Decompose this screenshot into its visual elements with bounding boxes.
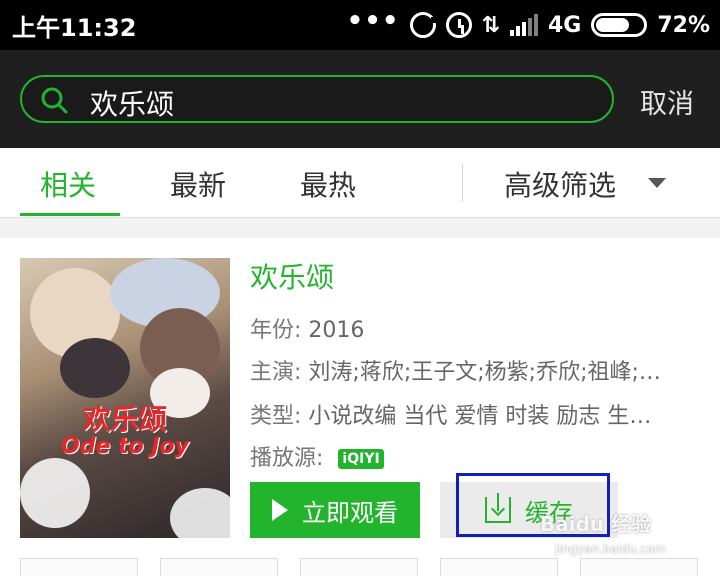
search-header: 欢乐颂 取消	[0, 50, 720, 148]
search-input[interactable]: 欢乐颂	[20, 75, 614, 123]
poster-title: 欢乐颂	[82, 403, 167, 436]
tab-related[interactable]: 相关	[40, 164, 96, 204]
sync-icon	[409, 12, 437, 38]
tab-divider	[462, 164, 463, 202]
cast-row: 主演: 刘涛;蒋欣;王子文;杨紫;乔欣;祖峰;…	[250, 354, 661, 386]
poster-image[interactable]: 欢乐颂 Ode to Joy	[20, 258, 230, 538]
genre-row: 类型: 小说改编 当代 爱情 时装 励志 生…	[250, 398, 651, 430]
source-row: 播放源: iQIYI	[250, 440, 384, 472]
cancel-button[interactable]: 取消	[640, 82, 694, 121]
episode-tile[interactable]	[580, 558, 698, 576]
result-title[interactable]: 欢乐颂	[250, 256, 334, 296]
cast-value: 刘涛;蒋欣;王子文;杨紫;乔欣;祖峰;…	[308, 360, 661, 385]
battery-icon	[591, 13, 648, 37]
search-icon	[41, 87, 68, 114]
alarm-icon	[445, 12, 472, 38]
iqiyi-logo-icon[interactable]: iQIYI	[338, 449, 384, 469]
data-arrows-icon: ⇅	[481, 12, 500, 38]
signal-icon	[509, 14, 538, 36]
status-icons: ••• ⇅ 4G 72%	[346, 6, 710, 42]
episode-tile[interactable]	[300, 558, 418, 576]
episode-tile[interactable]	[440, 558, 558, 576]
poster-subtitle: Ode to Joy	[61, 434, 189, 459]
year-value: 2016	[308, 318, 365, 343]
year-label: 年份:	[250, 318, 302, 343]
tab-bar: 相关 最新 最热 高级筛选	[0, 148, 720, 218]
active-tab-indicator	[20, 213, 120, 216]
episode-tile[interactable]	[20, 558, 138, 576]
episode-row	[0, 558, 720, 576]
advanced-filter-button[interactable]: 高级筛选	[504, 164, 616, 204]
episode-tile[interactable]	[160, 558, 278, 576]
battery-percent: 72%	[657, 12, 710, 38]
network-type: 4G	[547, 12, 582, 38]
watermark-url: jingyan.baidu.com	[555, 542, 666, 556]
play-label: 立即观看	[302, 498, 398, 527]
cast-label: 主演:	[250, 360, 302, 385]
chevron-down-icon[interactable]	[648, 178, 666, 188]
tab-latest[interactable]: 最新	[170, 164, 226, 204]
play-now-button[interactable]: 立即观看	[250, 482, 420, 538]
tab-hottest[interactable]: 最热	[300, 164, 356, 204]
status-time: 上午11:32	[12, 14, 137, 42]
more-dots-icon: •••	[346, 6, 400, 36]
source-label: 播放源:	[250, 446, 324, 471]
genre-label: 类型:	[250, 404, 302, 429]
genre-value: 小说改编 当代 爱情 时装 励志 生…	[308, 404, 652, 429]
search-query: 欢乐颂	[90, 88, 175, 121]
watermark-logo: Baidu 经验	[540, 512, 652, 536]
play-icon	[272, 499, 288, 521]
year-row: 年份: 2016	[250, 312, 364, 344]
status-bar: 上午11:32 ••• ⇅ 4G 72%	[0, 0, 720, 50]
